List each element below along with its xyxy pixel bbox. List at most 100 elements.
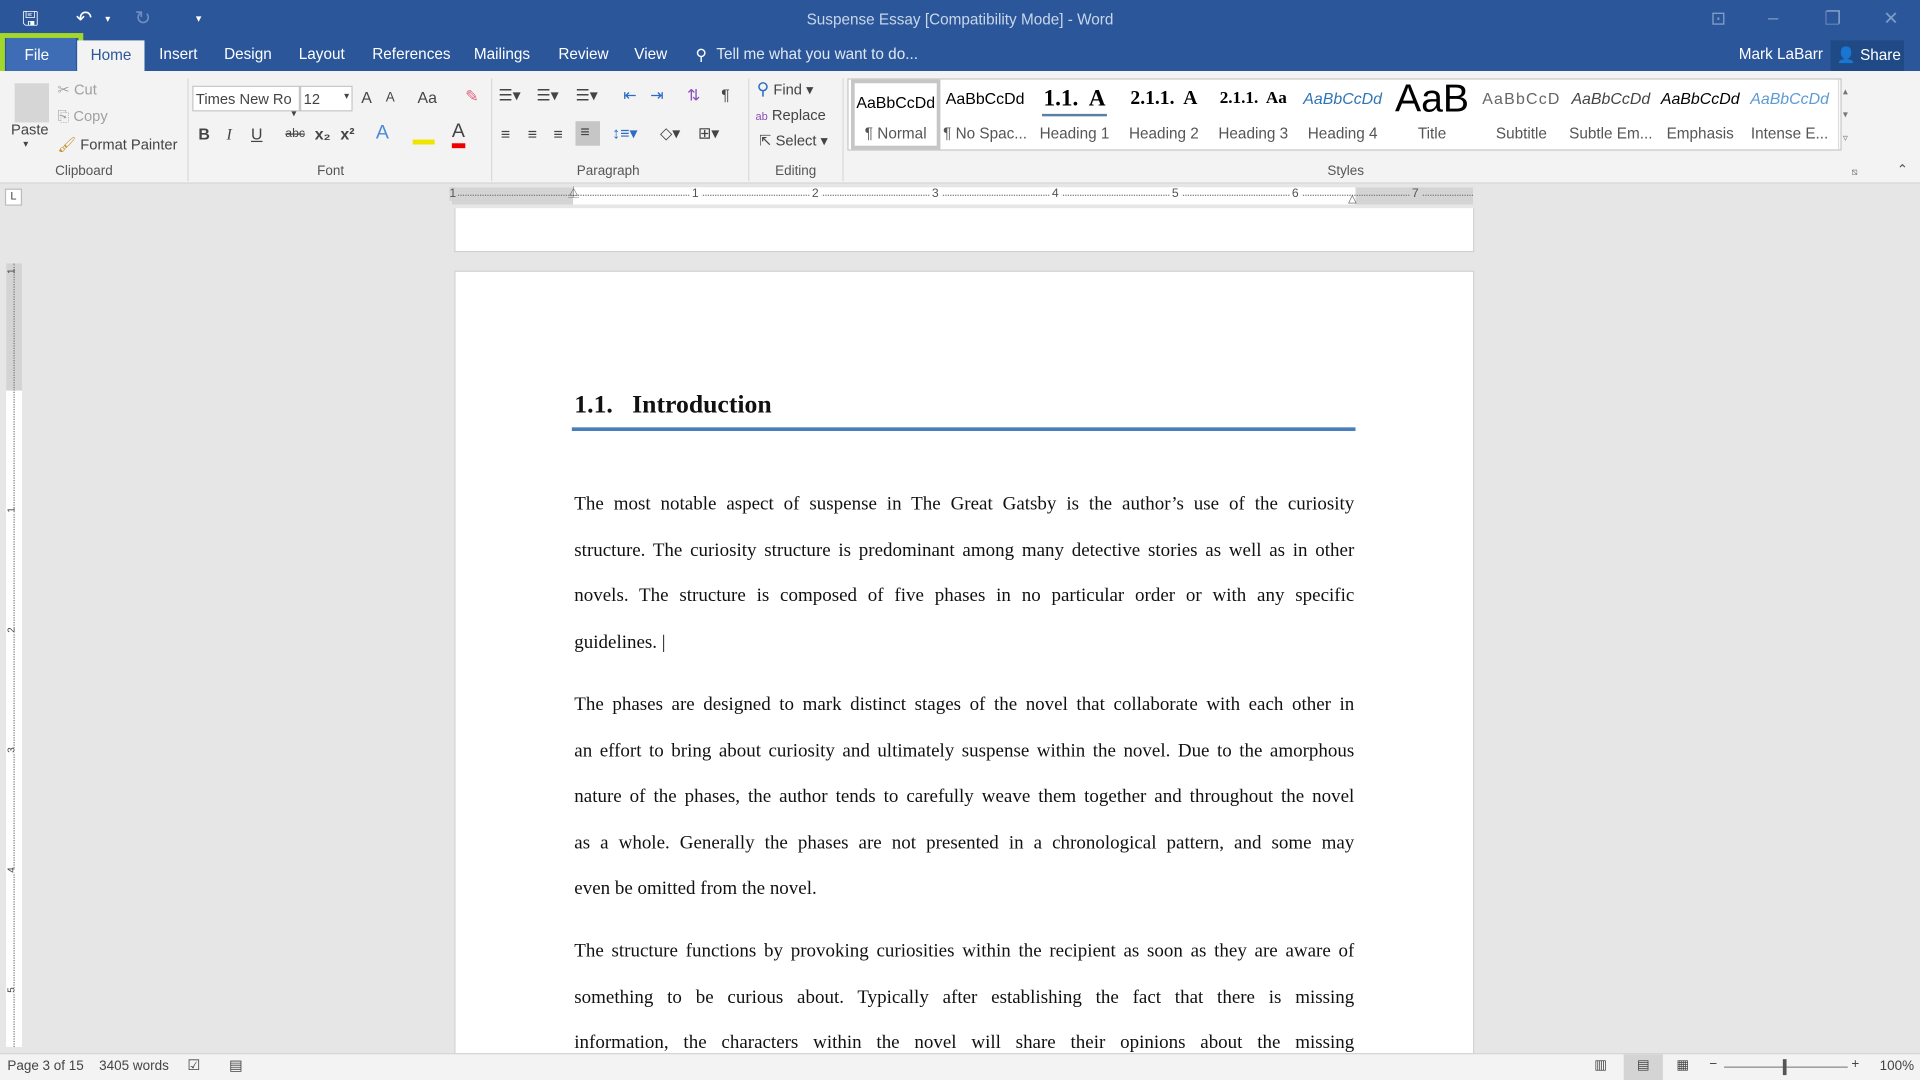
align-center-icon[interactable]: ≡	[528, 125, 537, 143]
align-right-icon[interactable]: ≡	[553, 125, 562, 143]
divider	[187, 78, 189, 182]
style-name: Heading 3	[1218, 124, 1289, 143]
tell-me-input[interactable]: Tell me what you want to do...	[716, 45, 918, 62]
style-normal[interactable]: AaBbCcDd ¶ Normal	[851, 79, 941, 150]
copy-button[interactable]: ⎘ Copy	[58, 108, 108, 126]
tab-insert[interactable]: Insert	[159, 45, 197, 62]
style-subtitle[interactable]: AaBbCcD Subtitle	[1477, 80, 1566, 150]
indent-marker[interactable]: ⏅	[568, 184, 579, 200]
shrink-font-button[interactable]: A	[386, 91, 395, 106]
zoom-slider-thumb[interactable]	[1782, 1059, 1787, 1076]
underline-button[interactable]: U	[251, 125, 262, 143]
style-title[interactable]: AaB Title	[1387, 80, 1476, 150]
bullets-icon[interactable]: ☰▾	[498, 86, 520, 106]
print-layout-icon[interactable]: ▤	[1623, 1054, 1663, 1080]
paste-dropdown-icon[interactable]: ▾	[23, 138, 28, 149]
cut-button[interactable]: ✂ Cut	[58, 81, 97, 98]
tab-home[interactable]: Home	[77, 40, 145, 72]
text-line: as a whole. Generally the phases are not…	[574, 832, 1355, 854]
zoom-level[interactable]: 100%	[1880, 1059, 1914, 1074]
right-indent-marker[interactable]: △	[1348, 192, 1356, 205]
find-button[interactable]: ⚲ Find ▾	[757, 78, 814, 99]
tab-layout[interactable]: Layout	[299, 45, 345, 62]
style-no-spacing[interactable]: AaBbCcDd ¶ No Spac...	[940, 80, 1029, 150]
macro-icon[interactable]: ▤	[229, 1057, 243, 1074]
window-title: Suspense Essay [Compatibility Mode] - Wo…	[806, 11, 1114, 29]
style-subtle-emphasis[interactable]: AaBbCcDd Subtle Em...	[1566, 80, 1655, 150]
italic-button[interactable]: I	[227, 125, 232, 145]
font-group-label: Font	[317, 164, 345, 179]
superscript-button[interactable]: x²	[340, 125, 354, 143]
align-left-icon[interactable]: ≡	[501, 125, 510, 143]
ribbon-display-icon[interactable]: ⊡	[1711, 7, 1726, 30]
zoom-out-button[interactable]: −	[1709, 1057, 1717, 1072]
share-button[interactable]: 👤 Share	[1830, 40, 1905, 72]
multilevel-list-icon[interactable]: ☰▾	[576, 86, 598, 106]
word-count[interactable]: 3405 words	[99, 1059, 169, 1074]
format-painter-button[interactable]: 🖌 Format Painter	[58, 136, 178, 153]
numbering-icon[interactable]: ☰▾	[536, 86, 558, 106]
decrease-indent-icon[interactable]: ⇤	[623, 86, 636, 106]
zoom-in-button[interactable]: +	[1851, 1057, 1859, 1072]
shading-icon[interactable]: ◇▾	[660, 124, 680, 144]
vertical-ruler[interactable]: 1 1 2 3 4 5	[5, 263, 23, 1047]
font-name-combobox[interactable]: Times New Ro ▾	[192, 85, 301, 119]
chevron-down-icon[interactable]: ▾	[344, 91, 349, 102]
style-name: Subtitle	[1495, 124, 1547, 143]
chevron-down-icon[interactable]: ▾	[291, 108, 296, 119]
restore-icon[interactable]: ❐	[1824, 7, 1840, 30]
styles-scrollbar[interactable]: ▴ ▾ ▿	[1837, 79, 1851, 150]
paragraph-3: The structure functions by provoking cur…	[574, 928, 1354, 1053]
font-size-combobox[interactable]: 12 ▾	[300, 85, 353, 112]
replace-button[interactable]: ab Replace	[756, 107, 826, 124]
paste-button[interactable]: Paste	[11, 121, 49, 138]
style-heading-4[interactable]: AaBbCcDd Heading 4	[1298, 80, 1387, 150]
style-preview: AaBbCcDd	[1660, 89, 1740, 108]
clear-formatting-icon[interactable]: ✎	[465, 87, 478, 107]
bold-button[interactable]: B	[198, 125, 209, 143]
highlight-color-icon[interactable]	[412, 122, 435, 145]
title-bar: 🖫 ↶ ▾ ↻ ▾ Suspense Essay [Compatibility …	[0, 0, 1920, 80]
style-name: Subtle Em...	[1569, 124, 1653, 143]
close-icon[interactable]: ✕	[1883, 7, 1898, 30]
style-emphasis[interactable]: AaBbCcDd Emphasis	[1656, 80, 1745, 150]
paragraph-1: The most notable aspect of suspense in T…	[574, 481, 1354, 665]
style-heading-3[interactable]: 2.1.1. Aa Heading 3	[1209, 80, 1298, 150]
style-heading-1[interactable]: 1.1. A Heading 1	[1030, 80, 1119, 150]
tab-review[interactable]: Review	[558, 45, 608, 62]
page-count[interactable]: Page 3 of 15	[7, 1059, 83, 1074]
paste-icon[interactable]	[14, 83, 49, 123]
justify-icon[interactable]: ≡	[575, 121, 601, 146]
tab-view[interactable]: View	[634, 45, 667, 62]
show-formatting-icon[interactable]: ¶	[721, 86, 730, 104]
line-spacing-icon[interactable]: ↕≡▾	[612, 124, 637, 144]
share-label: Share	[1860, 46, 1901, 64]
subscript-button[interactable]: x₂	[315, 125, 331, 143]
horizontal-ruler[interactable]: 1 1 2 3 4 5 6 7 ⏅ △	[449, 184, 1474, 205]
proofing-icon[interactable]: ☑	[187, 1057, 200, 1074]
tab-mailings[interactable]: Mailings	[474, 45, 530, 62]
style-heading-2[interactable]: 2.1.1. A Heading 2	[1119, 80, 1208, 150]
change-case-button[interactable]: Aa	[418, 88, 437, 106]
borders-icon[interactable]: ⊞▾	[698, 124, 719, 144]
tab-selector[interactable]: L	[4, 188, 23, 206]
increase-indent-icon[interactable]: ⇥	[650, 86, 663, 106]
collapse-ribbon-icon[interactable]: ⌃	[1897, 162, 1908, 178]
read-mode-icon[interactable]: ▥	[1594, 1057, 1607, 1073]
select-button[interactable]: ⇱ Select ▾	[759, 132, 828, 149]
strikethrough-button[interactable]: abc	[285, 127, 305, 140]
minimize-icon[interactable]: –	[1768, 7, 1778, 28]
text-effects-icon[interactable]: A	[376, 122, 389, 144]
style-intense-emphasis[interactable]: AaBbCcDd Intense E...	[1745, 80, 1834, 150]
dialog-launcher-icon[interactable]: ⧅	[1851, 167, 1857, 179]
grow-font-button[interactable]: A	[361, 88, 372, 106]
user-name[interactable]: Mark LaBarr	[1739, 45, 1823, 62]
text-line: novels. The structure is composed of fiv…	[574, 585, 1355, 607]
style-preview: AaBbCcDd	[1750, 89, 1829, 108]
tab-design[interactable]: Design	[224, 45, 272, 62]
tab-references[interactable]: References	[372, 45, 450, 62]
text-line: an effort to bring about curiosity and u…	[574, 740, 1355, 762]
sort-icon[interactable]: ⇅	[687, 86, 700, 106]
font-color-icon[interactable]: A	[451, 121, 465, 149]
web-layout-icon[interactable]: ▦	[1676, 1057, 1689, 1073]
